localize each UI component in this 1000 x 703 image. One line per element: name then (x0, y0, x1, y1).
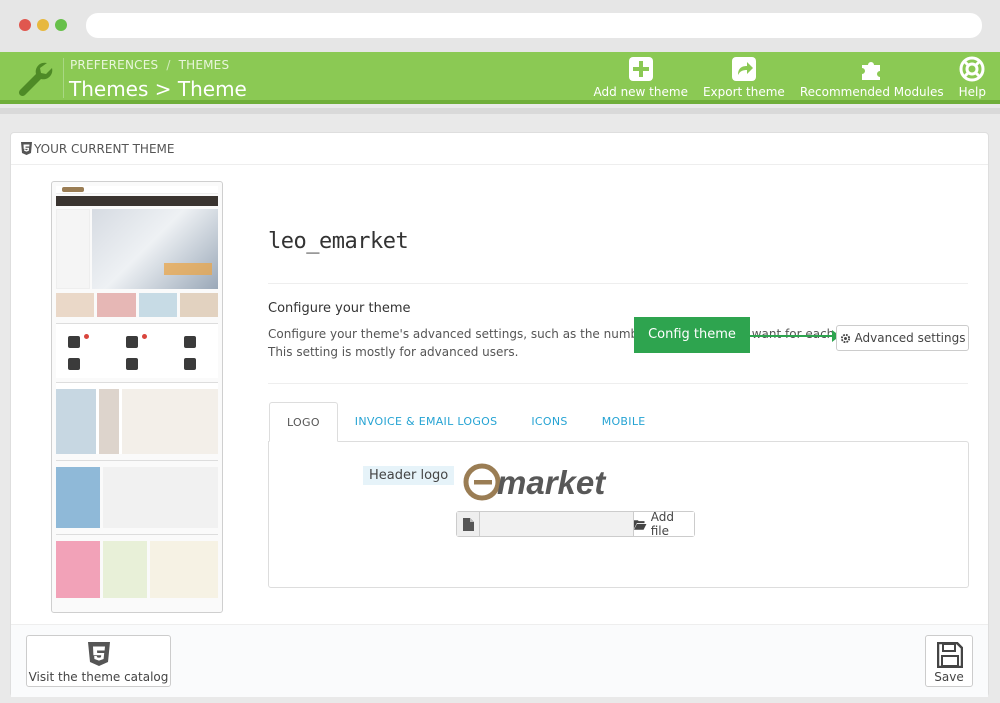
panel-heading: YOUR CURRENT THEME (11, 133, 988, 165)
floppy-disk-icon (937, 642, 963, 668)
advanced-settings-label: Advanced settings (854, 331, 966, 345)
divider (268, 383, 968, 384)
file-icon-box (457, 512, 481, 536)
header-separator (63, 58, 64, 98)
file-icon (462, 517, 474, 531)
logo-tabs: LOGO INVOICE & EMAIL LOGOS ICONS MOBILE (269, 402, 663, 442)
wrench-icon (18, 62, 53, 97)
tab-invoice-email-logos[interactable]: INVOICE & EMAIL LOGOS (338, 402, 515, 442)
tab-logo[interactable]: LOGO (269, 402, 338, 442)
panel-footer: Visit the theme catalog Save (11, 624, 988, 697)
add-new-theme-label: Add new theme (593, 85, 688, 99)
browser-chrome (0, 0, 1000, 52)
save-label: Save (934, 670, 964, 684)
breadcrumb: PREFERENCES / THEMES (70, 58, 229, 72)
help-button[interactable]: Help (959, 56, 986, 100)
export-theme-button[interactable]: Export theme (703, 56, 785, 100)
address-bar[interactable] (86, 13, 982, 38)
header-logo-label: Header logo (363, 466, 455, 485)
theme-preview-image (51, 181, 223, 613)
add-file-button[interactable]: Add file (633, 510, 694, 538)
visit-theme-catalog-label: Visit the theme catalog (28, 670, 169, 684)
share-square-icon (731, 57, 756, 81)
emarket-logo: market (463, 463, 607, 501)
add-file-label: Add file (650, 510, 674, 538)
logo-text: market (497, 464, 607, 501)
file-path-input[interactable] (480, 512, 634, 536)
tab-mobile[interactable]: MOBILE (585, 402, 663, 442)
divider (268, 283, 968, 284)
html5-icon (21, 142, 32, 155)
breadcrumb-themes[interactable]: THEMES (179, 58, 230, 72)
breadcrumb-separator: / (166, 58, 171, 72)
tab-icons[interactable]: ICONS (514, 402, 584, 442)
configure-description: Configure your theme's advanced settings… (268, 327, 872, 359)
folder-open-icon (634, 519, 647, 530)
save-button[interactable]: Save (925, 635, 973, 687)
page-title: Themes > Theme (69, 77, 247, 101)
lifebuoy-icon (959, 56, 985, 82)
panel-title: YOUR CURRENT THEME (34, 142, 175, 156)
plus-square-icon (628, 57, 653, 81)
logo-tab-pane: Header logo market Add file (268, 441, 969, 588)
current-theme-panel: YOUR CURRENT THEME leo_emarket Configure… (10, 132, 989, 697)
advanced-settings-button[interactable]: Advanced settings (836, 325, 969, 351)
add-new-theme-button[interactable]: Add new theme (594, 56, 688, 100)
recommended-modules-label: Recommended Modules (799, 85, 944, 99)
minimize-window-dot[interactable] (37, 19, 49, 31)
breadcrumb-preferences[interactable]: PREFERENCES (70, 58, 158, 72)
gear-icon (840, 333, 850, 343)
close-window-dot[interactable] (19, 19, 31, 31)
export-theme-label: Export theme (702, 85, 785, 99)
callout-arrow-line (750, 335, 834, 337)
recommended-modules-button[interactable]: Recommended Modules (800, 56, 944, 100)
header-shadow-band (0, 108, 1000, 114)
visit-theme-catalog-button[interactable]: Visit the theme catalog (26, 635, 171, 687)
html5-icon (88, 642, 110, 666)
admin-header: PREFERENCES / THEMES Themes > Theme Add ne… (0, 52, 1000, 104)
maximize-window-dot[interactable] (55, 19, 67, 31)
help-label: Help (958, 85, 986, 99)
toolbar: Add new theme Export theme Recommended M… (579, 56, 986, 100)
puzzle-icon (861, 62, 880, 80)
theme-name: leo_emarket (268, 229, 409, 254)
configure-title: Configure your theme (268, 301, 411, 316)
config-theme-callout[interactable]: Config theme (634, 317, 750, 353)
file-upload-group: Add file (456, 510, 695, 538)
